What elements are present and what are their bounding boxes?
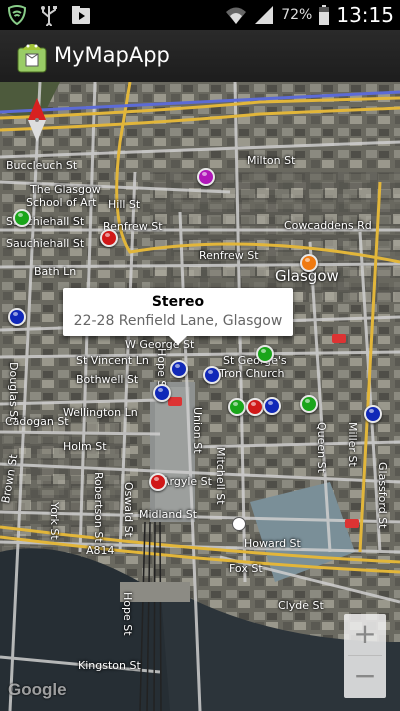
map-label: Fox St — [229, 562, 263, 575]
map-marker-red[interactable] — [246, 398, 264, 416]
map-marker-red[interactable] — [149, 473, 167, 491]
wifi-icon — [226, 7, 247, 24]
map-label: Howard St — [244, 537, 301, 550]
android-icon[interactable] — [16, 38, 48, 74]
info-window-snippet: 22-28 Renfield Lane, Glasgow — [73, 313, 283, 329]
map-label: Wellington Ln — [63, 406, 138, 419]
map-label: St Vincent Ln — [76, 354, 149, 367]
map-marker-blue[interactable] — [263, 397, 281, 415]
clock: 13:15 — [336, 3, 394, 27]
map-label: Argyle St — [162, 475, 212, 488]
map-marker-blue[interactable] — [203, 366, 221, 384]
map-label: Queen St — [315, 422, 328, 473]
usb-icon — [41, 6, 57, 26]
map-label: Milton St — [247, 154, 296, 167]
status-bar: 72% 13:15 — [0, 0, 400, 30]
map-label: Glassford St — [376, 462, 389, 529]
map-marker-orange[interactable] — [300, 254, 318, 272]
map-label: Midland St — [139, 508, 198, 521]
map-marker-green[interactable] — [256, 345, 274, 363]
map-marker-blue-selected[interactable] — [170, 360, 188, 378]
battery-icon — [319, 5, 330, 25]
map-label: Douglas St — [7, 362, 20, 422]
map-marker-green[interactable] — [13, 209, 31, 227]
info-window[interactable]: Stereo 22-28 Renfield Lane, Glasgow — [63, 288, 293, 345]
map-label: The Glasgow — [30, 183, 101, 196]
shield-icon — [7, 5, 27, 26]
battery-percent: 72% — [281, 7, 313, 23]
map-label: Kingston St — [78, 659, 141, 672]
map-label: Robertson St — [92, 472, 105, 543]
rail-station-icon — [345, 519, 359, 528]
google-logo: Google — [8, 680, 67, 699]
map-label: Clyde St — [278, 599, 324, 612]
map-label: Holm St — [63, 440, 107, 453]
map-marker-purple[interactable] — [197, 168, 215, 186]
map-label: Miller St — [346, 422, 359, 467]
map-label: Bothwell St — [76, 373, 139, 386]
map-label: Union St — [191, 407, 204, 454]
media-play-icon — [72, 6, 90, 24]
map-label: Oswald St — [122, 482, 135, 537]
map-label: Buccleuch St — [6, 159, 78, 172]
map-label: School of Art — [26, 196, 97, 209]
map-label: Hope St — [121, 592, 134, 636]
map-label: Cowcaddens Rd — [284, 219, 372, 232]
compass-icon[interactable] — [26, 98, 48, 142]
rail-station-icon — [332, 334, 346, 343]
map-label: Sauchiehall St — [6, 237, 85, 250]
map-marker-red[interactable] — [100, 229, 118, 247]
map-marker-green[interactable] — [228, 398, 246, 416]
map-label: St George's — [223, 354, 287, 367]
map-label: Hill St — [108, 198, 141, 211]
zoom-out-button[interactable]: − — [344, 656, 386, 697]
signal-icon — [255, 6, 274, 24]
map-marker-blue[interactable] — [8, 308, 26, 326]
map-marker-blue[interactable] — [364, 405, 382, 423]
map-label: Bath Ln — [34, 265, 77, 278]
action-bar: MyMapApp — [0, 30, 400, 84]
map-marker-green[interactable] — [300, 395, 318, 413]
map-label: A814 — [86, 544, 115, 557]
map-label: Renfrew St — [199, 249, 259, 262]
map-label: Mitchell St — [214, 447, 227, 505]
map-label: York St — [48, 502, 61, 540]
zoom-in-button[interactable]: + — [344, 614, 386, 655]
map-marker-blue[interactable] — [153, 384, 171, 402]
zoom-controls: + − — [344, 614, 386, 698]
map-label: Tron Church — [219, 367, 285, 380]
map-view[interactable]: Buccleuch St The Glasgow School of Art S… — [0, 82, 400, 711]
rail-station-icon — [168, 397, 182, 406]
info-window-title: Stereo — [151, 294, 205, 310]
subway-icon — [232, 517, 246, 531]
app-title: MyMapApp — [54, 43, 170, 67]
